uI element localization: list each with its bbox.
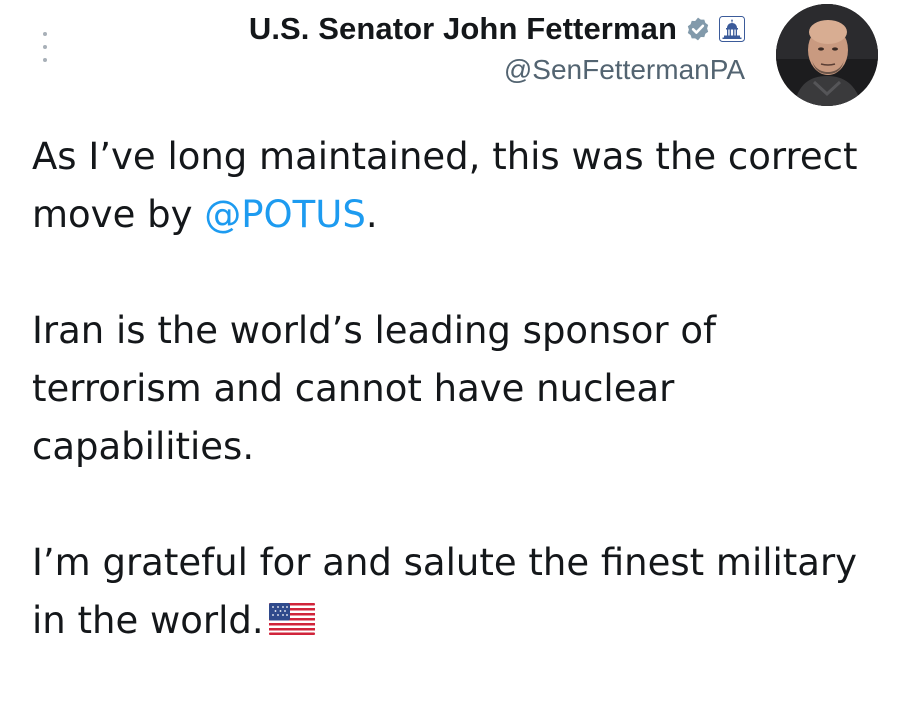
more-dot (43, 32, 47, 36)
tweet-text-segment: . (365, 193, 378, 236)
mention-link-potus[interactable]: @POTUS (204, 193, 366, 236)
tweet-paragraph-1: As I’ve long maintained, this was the co… (32, 128, 882, 244)
more-dot (43, 45, 47, 49)
author-display-name[interactable]: U.S. Senator John Fetterman (249, 11, 677, 47)
tweet-text-segment: As I’ve long maintained, this was the co… (32, 135, 858, 236)
more-options-icon[interactable] (40, 32, 50, 62)
capitol-building-icon[interactable] (719, 16, 745, 42)
us-flag-emoji-icon (268, 601, 316, 637)
author-avatar[interactable] (776, 4, 878, 106)
more-dot (43, 58, 47, 62)
tweet-text: As I’ve long maintained, this was the co… (32, 128, 882, 708)
tweet-text-segment: I’m grateful for and salute the finest m… (32, 541, 858, 642)
tweet-paragraph-2: Iran is the world’s leading sponsor of t… (32, 309, 717, 468)
tweet-author: U.S. Senator John Fetterman @SenFetterma… (249, 6, 745, 86)
tweet-paragraph-3: I’m grateful for and salute the finest m… (32, 534, 882, 650)
author-name-row: U.S. Senator John Fetterman (249, 6, 745, 52)
verified-badge-icon[interactable] (685, 16, 711, 42)
author-handle[interactable]: @SenFettermanPA (249, 54, 745, 86)
